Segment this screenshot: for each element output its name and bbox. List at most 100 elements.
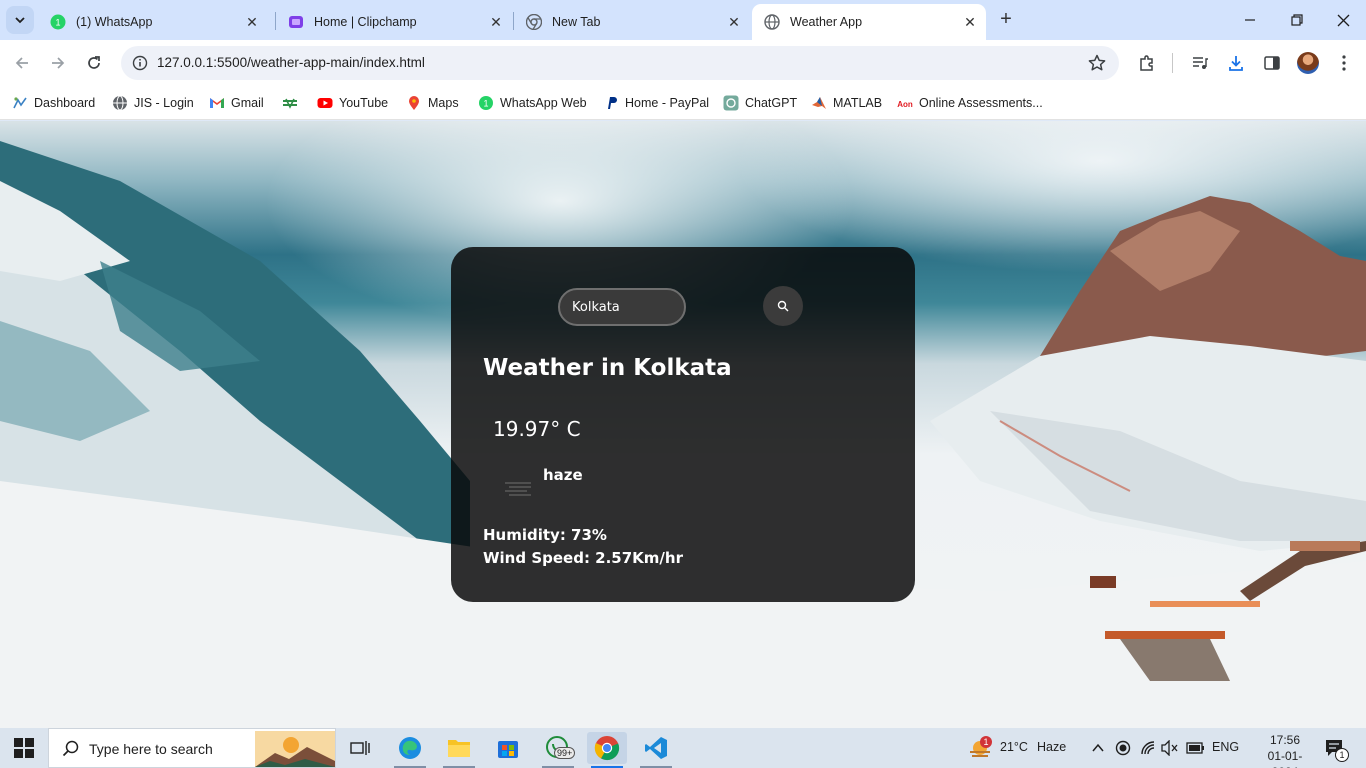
- humidity-text: Humidity: 73%: [483, 526, 607, 544]
- bookmark-green-logo[interactable]: [282, 93, 304, 113]
- bookmark-whatsapp-web[interactable]: 1 WhatsApp Web: [478, 93, 587, 113]
- new-tab-button[interactable]: +: [996, 9, 1016, 30]
- close-icon[interactable]: ✕: [488, 14, 504, 30]
- more-vert-icon: [1342, 55, 1346, 71]
- city-search-input[interactable]: [558, 288, 686, 326]
- side-panel-button[interactable]: [1261, 52, 1283, 74]
- download-icon: [1229, 56, 1243, 71]
- bookmark-label: MATLAB: [833, 96, 883, 110]
- whatsapp-icon: 1: [50, 14, 66, 30]
- weather-alert-badge: 1: [980, 736, 992, 748]
- search-placeholder: Type here to search: [89, 741, 213, 757]
- chevron-up-icon[interactable]: [1091, 742, 1105, 754]
- downloads-button[interactable]: [1225, 52, 1247, 74]
- temperature-value: 19.97° C: [493, 417, 581, 441]
- windows-start-icon[interactable]: [14, 738, 34, 758]
- bookmark-paypal[interactable]: Home - PayPal: [603, 93, 709, 113]
- bookmark-online-assessments[interactable]: Aon Online Assessments...: [897, 93, 1043, 113]
- extensions-button[interactable]: [1136, 52, 1158, 74]
- minimize-button[interactable]: [1232, 6, 1268, 34]
- tab-title: New Tab: [552, 15, 601, 29]
- volume-muted-icon[interactable]: [1161, 740, 1179, 756]
- record-icon[interactable]: [1115, 740, 1131, 756]
- aon-icon: Aon: [897, 95, 913, 111]
- input-language[interactable]: ENG: [1212, 740, 1239, 754]
- chatgpt-icon: [723, 95, 739, 111]
- battery-icon[interactable]: [1186, 740, 1206, 756]
- weather-description: haze: [543, 466, 583, 484]
- taskbar-whatsapp[interactable]: 99+: [538, 732, 578, 768]
- bookmark-chatgpt[interactable]: ChatGPT: [723, 93, 797, 113]
- bookmark-maps[interactable]: Maps: [406, 93, 459, 113]
- address-bar[interactable]: 127.0.0.1:5500/weather-app-main/index.ht…: [121, 46, 1119, 80]
- close-icon: [1337, 14, 1349, 26]
- url-text[interactable]: 127.0.0.1:5500/weather-app-main/index.ht…: [157, 55, 425, 70]
- bookmarks-bar: Dashboard JIS - Login Gmail YouTube Maps…: [0, 86, 1366, 120]
- whatsapp-icon: 1: [478, 95, 494, 111]
- star-icon[interactable]: [1087, 53, 1107, 73]
- tab-weather-app[interactable]: Weather App ✕: [752, 4, 986, 40]
- reload-button[interactable]: [80, 49, 108, 77]
- bookmark-jis-login[interactable]: JIS - Login: [112, 93, 194, 113]
- browser-toolbar: 127.0.0.1:5500/weather-app-main/index.ht…: [0, 40, 1366, 86]
- taskbar-store[interactable]: [488, 732, 528, 764]
- tray-weather-condition[interactable]: Haze: [1037, 740, 1066, 754]
- clock[interactable]: 17:56 01-01-2024: [1262, 732, 1308, 768]
- chrome-menu-button[interactable]: [1333, 52, 1355, 74]
- weather-title: Weather in Kolkata: [483, 355, 732, 381]
- edge-icon: [399, 737, 421, 759]
- clock-date: 01-01-2024: [1267, 749, 1303, 768]
- info-icon: [132, 55, 148, 71]
- taskbar-edge[interactable]: [390, 732, 430, 768]
- arrow-left-icon: [15, 57, 28, 69]
- store-icon: [498, 741, 518, 758]
- tray-weather-temp[interactable]: 21°C: [1000, 740, 1028, 754]
- forward-button[interactable]: [44, 49, 72, 77]
- restore-icon: [1291, 14, 1303, 26]
- bookmark-label: Dashboard: [34, 96, 96, 110]
- taskbar-chrome[interactable]: [587, 732, 627, 768]
- toolbar-divider: [1172, 53, 1173, 73]
- haze-icon: [505, 482, 531, 496]
- green-logo-icon: [282, 95, 298, 111]
- wifi-icon[interactable]: [1140, 740, 1156, 756]
- restore-button[interactable]: [1279, 6, 1315, 34]
- page-viewport: Weather in Kolkata 19.97° C haze Humidit…: [0, 121, 1366, 728]
- chevron-down-icon: [15, 17, 25, 24]
- bookmark-matlab[interactable]: MATLAB: [811, 93, 882, 113]
- close-icon[interactable]: ✕: [726, 14, 742, 30]
- bookmark-label: Online Assessments...: [919, 96, 1043, 110]
- puzzle-icon: [1140, 55, 1153, 71]
- taskbar-vscode[interactable]: [636, 732, 676, 768]
- tab-search-button[interactable]: [6, 6, 34, 34]
- tab-new-tab[interactable]: New Tab ✕: [514, 4, 750, 40]
- tab-whatsapp[interactable]: 1 (1) WhatsApp ✕: [38, 4, 268, 40]
- bookmark-label: YouTube: [339, 96, 389, 110]
- close-icon[interactable]: ✕: [962, 14, 978, 30]
- tab-title: Home | Clipchamp: [314, 15, 417, 29]
- svg-text:1: 1: [483, 99, 488, 109]
- dashboard-icon: [12, 95, 28, 111]
- profile-avatar[interactable]: [1297, 52, 1319, 74]
- site-info-button[interactable]: [129, 52, 151, 74]
- search-button[interactable]: [763, 286, 803, 326]
- tab-title: (1) WhatsApp: [76, 15, 153, 29]
- youtube-icon: [317, 95, 333, 111]
- task-view-button[interactable]: [340, 732, 380, 764]
- close-window-button[interactable]: [1325, 6, 1361, 34]
- back-button[interactable]: [8, 49, 36, 77]
- taskbar-file-explorer[interactable]: [439, 732, 479, 768]
- side-panel-icon: [1264, 56, 1280, 70]
- bookmark-youtube[interactable]: YouTube: [317, 93, 388, 113]
- bookmark-dashboard[interactable]: Dashboard: [12, 93, 95, 113]
- search-icon: [777, 300, 789, 312]
- close-icon[interactable]: ✕: [244, 14, 260, 30]
- tab-clipchamp[interactable]: Home | Clipchamp ✕: [276, 4, 512, 40]
- search-icon: [62, 740, 79, 757]
- bookmark-gmail[interactable]: Gmail: [209, 93, 264, 113]
- taskbar-search-box[interactable]: Type here to search: [48, 728, 336, 768]
- globe-icon: [764, 14, 780, 30]
- bookmark-label: Maps: [428, 96, 459, 110]
- windows-taskbar: Type here to search 99+ 1 21°C Haze ENG …: [0, 728, 1366, 768]
- media-control-button[interactable]: [1189, 52, 1211, 74]
